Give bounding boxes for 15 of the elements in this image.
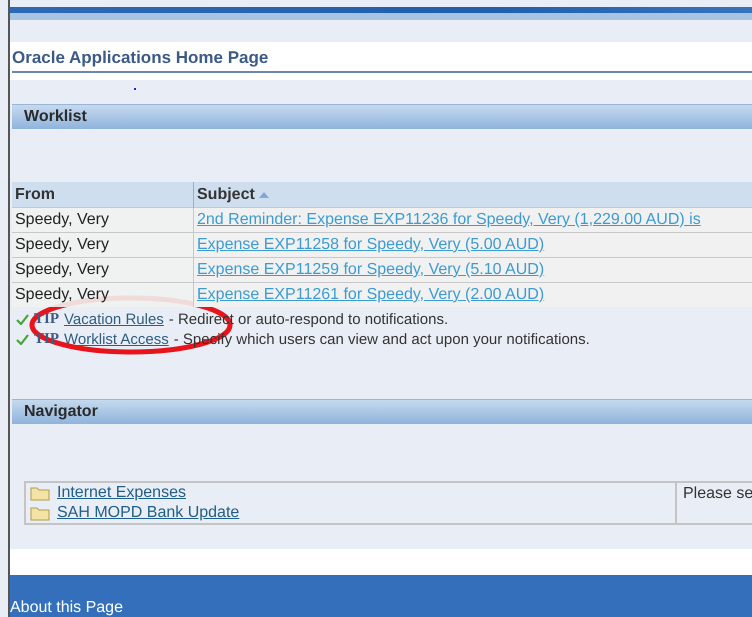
- navigator-link[interactable]: Internet Expenses: [57, 484, 186, 502]
- page-title: Oracle Applications Home Page: [12, 48, 752, 73]
- tip-link[interactable]: Worklist Access: [64, 330, 169, 348]
- checkmark-icon: [16, 314, 29, 324]
- tip-link[interactable]: Vacation Rules: [64, 310, 164, 328]
- checkmark-icon: [16, 334, 29, 344]
- column-header[interactable]: From: [12, 182, 194, 208]
- column-header[interactable]: Subject: [194, 182, 752, 208]
- folder-icon: [30, 485, 50, 501]
- navigator-link[interactable]: SAH MOPD Bank Update: [57, 504, 240, 522]
- footer-link[interactable]: About this Page: [10, 599, 123, 617]
- section-heading: Navigator: [24, 403, 98, 421]
- folder-icon: [30, 505, 50, 521]
- sort-ascending-icon: [258, 190, 270, 198]
- section-heading: Worklist: [24, 108, 87, 126]
